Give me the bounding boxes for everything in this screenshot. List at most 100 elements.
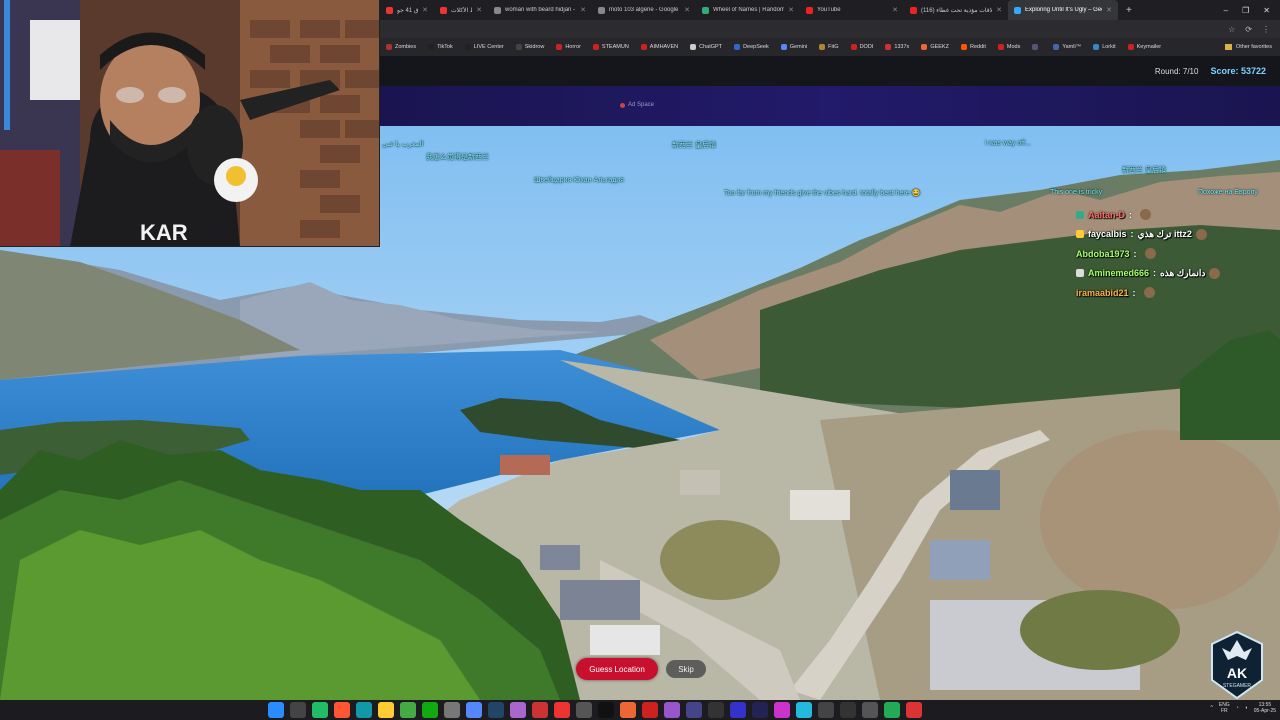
app-icon[interactable] [752,702,768,718]
bookmark-favicon-icon [819,44,826,50]
bookmark-item[interactable]: Mods [992,44,1026,50]
app-icon[interactable] [796,702,812,718]
app-icon[interactable] [554,702,570,718]
bookmark-item[interactable]: DeepSeek [728,44,775,50]
tab-favicon-icon [702,6,709,14]
edge-icon[interactable] [356,702,372,718]
browser-tab[interactable]: دراق 41 جو✕ [380,0,434,20]
app-icon[interactable] [840,702,856,718]
search-icon[interactable] [290,702,306,718]
bookmarks-bar: Zombies TikTok LIVE Center Skidrow Horror STE… [380,38,1280,56]
tab-close-icon[interactable]: ✕ [476,6,482,14]
bookmark-favicon-icon [780,44,787,50]
browser-tab[interactable]: Wheel of Names | Random n ✕ [696,0,800,20]
tab-close-icon[interactable]: ✕ [996,6,1002,14]
bookmark-item[interactable]: Yamli™ [1047,44,1087,50]
app-icon[interactable] [862,702,878,718]
app-icon[interactable] [444,702,460,718]
tab-close-icon[interactable]: ✕ [892,6,898,14]
bookmark-item[interactable]: 1337x [879,44,915,50]
bookmark-item[interactable]: DODI [845,44,880,50]
browser-tab[interactable]: Exploring Until It's Ugly – Geo ✕ [1008,0,1118,20]
browser-icon[interactable] [312,702,328,718]
tab-close-icon[interactable]: ✕ [422,6,428,14]
bookmark-item[interactable]: Skidrow [510,44,551,50]
app-icon[interactable] [620,702,636,718]
bookmark-item[interactable]: Lorkit [1087,44,1121,50]
bookmark-label: Lorkit [1102,44,1116,50]
language-bottom: FR [1220,708,1228,714]
app-icon[interactable] [884,702,900,718]
bookmark-favicon-icon [640,44,647,50]
chat-emote-icon [1144,248,1156,260]
tiktok-icon[interactable] [598,702,614,718]
bookmark-item[interactable]: Horror [550,44,587,50]
browser-tab[interactable]: بابا ظط الأكلات ✕ [434,0,488,20]
app-icon[interactable] [708,702,724,718]
bookmark-favicon-icon [592,44,599,50]
bookmark-item[interactable]: Gemini [775,44,813,50]
app-icon[interactable] [400,702,416,718]
bookmark-item[interactable]: LIVE Center [459,44,510,50]
app-icon[interactable] [510,702,526,718]
other-favorites[interactable]: Other favorites [1224,44,1280,50]
guess-location-button[interactable]: Guess Location [576,658,658,680]
xbox-icon[interactable] [422,702,438,718]
app-icon[interactable] [532,702,548,718]
screen: KAR دراق 41 جو✕بابا ظط الأكلات✕woman wit… [0,0,1280,720]
chat-badge-icon [1076,269,1084,278]
browser-tab[interactable]: moto 103 algerie - Google S ✕ [592,0,696,20]
refresh-icon[interactable]: ⟳ [1245,25,1252,34]
tab-close-icon[interactable]: ✕ [684,6,690,14]
chat-emote-icon [1140,209,1152,221]
bookmark-item[interactable]: Zombies [380,44,422,50]
app-icon[interactable] [576,702,592,718]
bookmark-item[interactable] [1026,44,1047,50]
bookmark-item[interactable]: AIMHAVEN [635,44,684,50]
tab-close-icon[interactable]: ✕ [788,6,794,14]
bookmark-item[interactable]: Reddit [955,44,992,50]
browser-tab[interactable]: YouTube ✕ [800,0,904,20]
app-icon[interactable] [774,702,790,718]
maximize-icon[interactable]: ❐ [1242,6,1249,15]
chevron-up-icon[interactable]: ^ [1211,705,1213,711]
tab-favicon-icon [910,6,917,14]
menu-icon[interactable]: ⋮ [1262,25,1270,34]
system-tray: ^ ENG FR ◔ ◖ 13:55 05-Apr-25 [1211,702,1277,714]
favorite-star-icon[interactable]: ☆ [1228,25,1235,34]
minimize-icon[interactable]: – [1224,6,1228,15]
tab-close-icon[interactable]: ✕ [580,6,586,14]
explorer-icon[interactable] [378,702,394,718]
app-icon[interactable] [818,702,834,718]
bookmark-label: Gemini [789,44,808,50]
bookmark-item[interactable]: GEEKZ [915,44,955,50]
app-icon[interactable] [730,702,746,718]
brave-icon[interactable] [334,702,350,718]
windows-start-icon[interactable] [268,702,284,718]
close-window-icon[interactable]: ✕ [1263,6,1270,15]
bookmark-favicon-icon [515,44,522,50]
bookmark-item[interactable]: STEAMUN [587,44,635,50]
volume-icon[interactable]: ◖ [1245,705,1248,711]
clock[interactable]: 13:55 05-Apr-25 [1254,702,1276,714]
chat-message: Aaitan-D: [1076,205,1246,225]
bookmark-item[interactable]: ChatGPT [684,44,728,50]
steam-icon[interactable] [488,702,504,718]
app-icon[interactable] [642,702,658,718]
tab-close-icon[interactable]: ✕ [1106,6,1112,14]
browser-tab[interactable]: علاقات مؤذية تحت غطاء (116) ✕ [904,0,1008,20]
tab-title: Exploring Until It's Ugly – Geo [1025,7,1103,13]
bookmark-item[interactable]: TikTok [422,44,459,50]
language-indicator[interactable]: ENG FR [1219,702,1230,714]
skip-button[interactable]: Skip [666,660,706,678]
new-tab-icon[interactable]: + [1118,5,1140,16]
app-icon[interactable] [664,702,680,718]
bookmark-item[interactable]: FitG [813,44,844,50]
chat-message: Aminemed666: دانمارك هذه [1076,264,1246,284]
discord-icon[interactable] [466,702,482,718]
app-icon[interactable] [686,702,702,718]
wifi-icon[interactable]: ◔ [1236,705,1239,711]
bookmark-item[interactable]: Keymailer [1122,44,1167,50]
app-icon[interactable] [906,702,922,718]
browser-tab[interactable]: woman with beard hidjan - G ✕ [488,0,592,20]
